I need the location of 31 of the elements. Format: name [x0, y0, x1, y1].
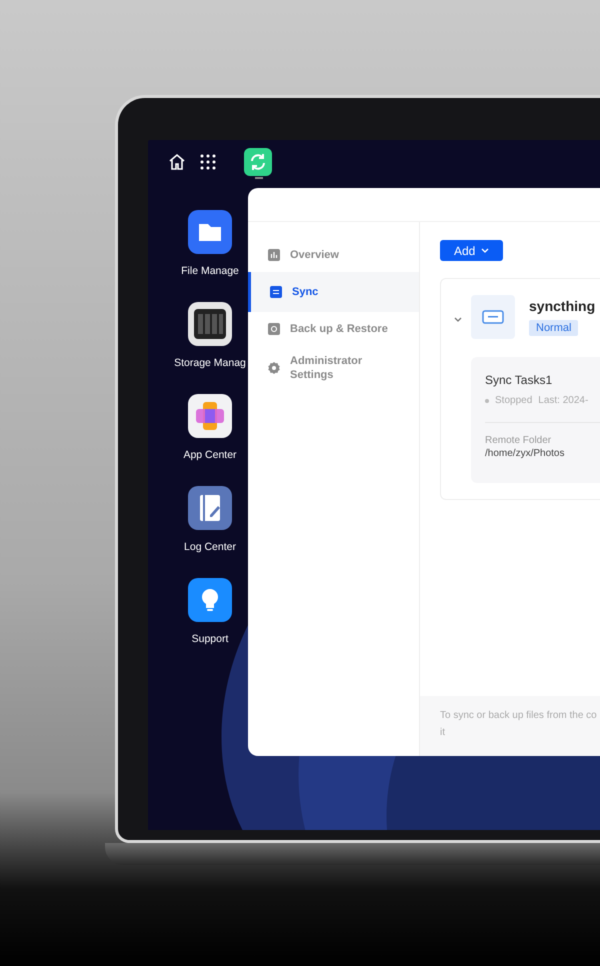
device-name: syncthing	[529, 298, 596, 314]
desktop-icon-label[interactable]: Support	[192, 632, 228, 646]
gear-icon	[268, 362, 280, 374]
sync-app-icon[interactable]	[244, 148, 272, 176]
remote-folder-path: /home/zyx/Photos	[485, 448, 566, 459]
last-run-text: Last: 2024-	[538, 395, 588, 406]
chart-icon	[268, 249, 280, 261]
status-dot	[485, 398, 489, 402]
app-store-icon[interactable]	[188, 394, 232, 438]
storage-drive-icon[interactable]	[188, 302, 232, 346]
home-icon[interactable]	[168, 153, 186, 171]
app-grid-icon[interactable]	[200, 154, 216, 170]
desktop-icon-label[interactable]: App Center	[183, 448, 237, 462]
desktop-icon-label[interactable]: File Manage	[181, 264, 239, 278]
add-button[interactable]: Add	[440, 240, 504, 261]
desktop-icon-label[interactable]: Log Center	[184, 540, 236, 554]
device-icon	[471, 295, 515, 339]
status-badge: Normal	[529, 320, 578, 336]
footer-hint-text: To sync or back up files from the co	[440, 710, 598, 722]
log-book-icon[interactable]	[188, 486, 232, 530]
sidebar-item[interactable]: Sync	[248, 272, 419, 312]
chevron-down-icon	[481, 248, 490, 253]
remote-folder-label: Remote Folder	[485, 435, 552, 446]
sync-list-icon	[270, 286, 282, 298]
lightbulb-icon[interactable]	[188, 578, 232, 622]
task-state: Stopped	[495, 395, 532, 406]
desktop-icon-label[interactable]: Storage Manag	[174, 356, 246, 370]
footer-hint-text: it	[440, 727, 446, 739]
folder-icon[interactable]	[188, 210, 232, 254]
task-title: Sync Tasks1	[485, 373, 554, 387]
backup-icon	[268, 323, 280, 335]
